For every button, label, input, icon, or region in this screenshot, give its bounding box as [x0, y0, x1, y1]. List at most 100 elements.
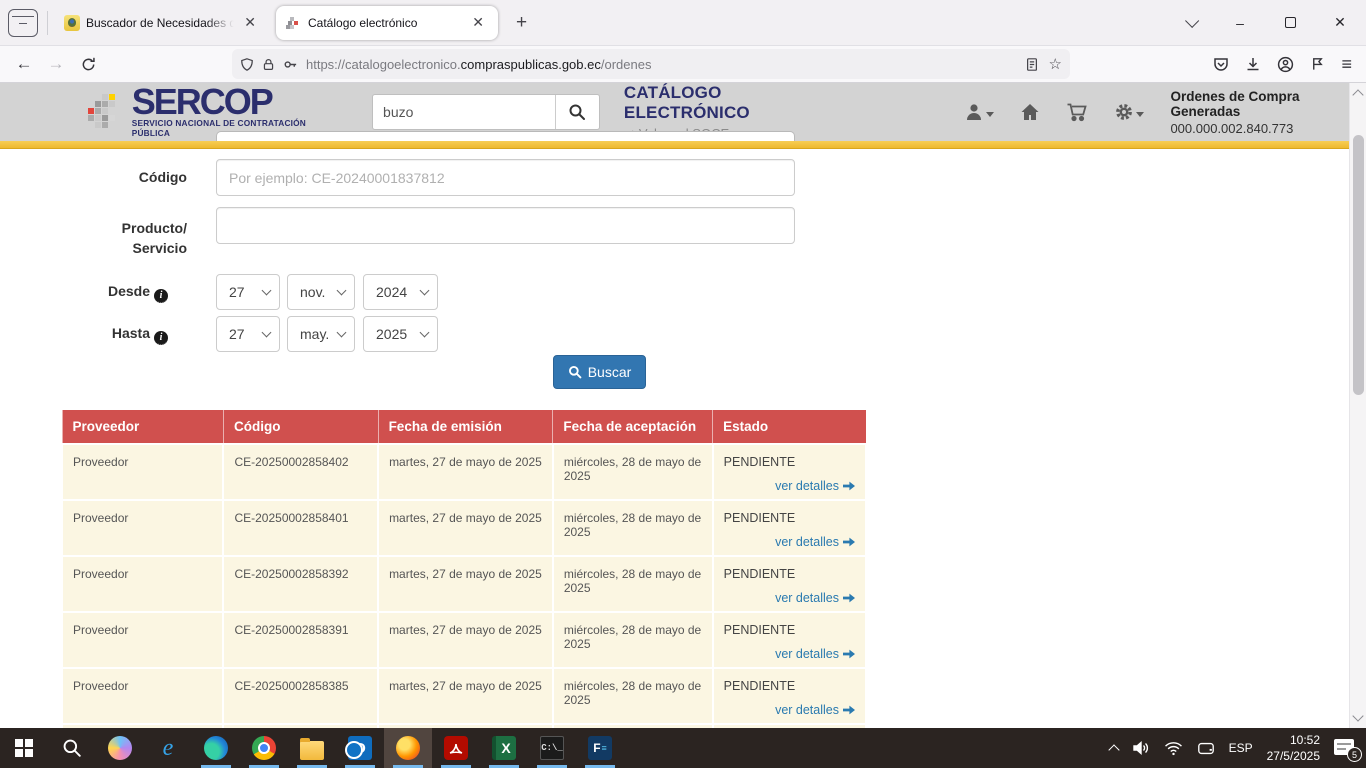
page-title: CATÁLOGO ELECTRÓNICO: [624, 83, 845, 123]
arrow-right-icon: [843, 649, 855, 659]
scrollbar-thumb[interactable]: [1353, 135, 1364, 395]
desde-label: Desdei: [57, 283, 168, 303]
forticlient-icon: F≡: [588, 736, 612, 760]
tab-close-icon[interactable]: ✕: [468, 12, 488, 33]
scroll-down-icon[interactable]: [1352, 710, 1363, 721]
hasta-day-select[interactable]: 27: [216, 316, 280, 352]
cell-proveedor: Proveedor: [62, 668, 223, 724]
pocket-icon[interactable]: [1213, 56, 1229, 72]
cart-button[interactable]: [1066, 102, 1088, 122]
tab-title: Buscador de Necesidades de Co: [86, 16, 234, 30]
tab-catalogo[interactable]: Catálogo electrónico ✕: [276, 6, 498, 40]
ver-detalles-link[interactable]: ver detalles: [724, 479, 855, 493]
back-icon[interactable]: ←: [8, 49, 40, 79]
search-icon: [568, 103, 586, 121]
cell-emision: martes, 27 de mayo de 2025: [378, 668, 553, 724]
start-button[interactable]: [0, 728, 48, 768]
excel-icon: X: [492, 736, 516, 760]
ver-detalles-link[interactable]: ver detalles: [724, 591, 855, 605]
settings-button[interactable]: [1114, 102, 1144, 122]
hasta-month-select[interactable]: may.: [287, 316, 355, 352]
internet-explorer-icon: e: [163, 735, 174, 762]
firefox-button[interactable]: [384, 728, 432, 768]
minimize-button[interactable]: –: [1218, 6, 1262, 40]
file-explorer-button[interactable]: [288, 728, 336, 768]
page-scrollbar[interactable]: [1349, 83, 1366, 728]
display-connect-icon[interactable]: [1197, 741, 1215, 756]
user-menu-button[interactable]: [964, 102, 994, 122]
table-row: Proveedor CE-20250002858402 martes, 27 d…: [62, 444, 866, 500]
taskbar-search-button[interactable]: [48, 728, 96, 768]
logo-title: SERCOP: [132, 86, 338, 118]
outlook-button[interactable]: O: [336, 728, 384, 768]
tab-close-icon[interactable]: ✕: [240, 12, 260, 33]
notifications-button[interactable]: 5: [1334, 739, 1356, 757]
catalog-search-button[interactable]: [555, 95, 599, 129]
orders-generated-label: Ordenes de Compra Generadas: [1170, 89, 1366, 119]
downloads-icon[interactable]: [1245, 56, 1261, 72]
extensions-icon[interactable]: [1310, 56, 1325, 72]
sercop-favicon-icon: [286, 17, 302, 21]
tray-time: 10:52: [1267, 732, 1320, 748]
ver-detalles-link[interactable]: ver detalles: [724, 703, 855, 717]
list-tabs-icon[interactable]: [1168, 6, 1212, 40]
tray-expand-icon[interactable]: [1108, 744, 1119, 755]
sercop-pixel-icon: [88, 94, 94, 100]
forward-icon[interactable]: →: [40, 49, 72, 79]
search-icon: [568, 365, 582, 379]
internet-explorer-button[interactable]: e: [144, 728, 192, 768]
arrow-right-icon: [843, 705, 855, 715]
shield-icon: [240, 57, 254, 72]
account-icon[interactable]: [1277, 56, 1294, 73]
cell-codigo: CE-20250002858401: [223, 500, 378, 556]
info-icon[interactable]: i: [154, 331, 168, 345]
excel-button[interactable]: X: [480, 728, 528, 768]
table-header-row: Proveedor Código Fecha de emisión Fecha …: [62, 410, 866, 444]
cell-codigo: CE-20250002858392: [223, 556, 378, 612]
chrome-button[interactable]: [240, 728, 288, 768]
acrobat-button[interactable]: [432, 728, 480, 768]
ver-detalles-link[interactable]: ver detalles: [724, 535, 855, 549]
menu-icon[interactable]: ≡: [1341, 54, 1352, 75]
cell-codigo: CE-20250002858385: [223, 668, 378, 724]
scrolled-panel-edge: [216, 131, 795, 141]
scroll-up-icon[interactable]: [1352, 89, 1363, 100]
clock[interactable]: 10:52 27/5/2025: [1267, 732, 1320, 764]
info-icon[interactable]: i: [154, 289, 168, 303]
codigo-label: Código: [57, 169, 187, 185]
close-button[interactable]: ✕: [1318, 6, 1362, 40]
edge-button[interactable]: [192, 728, 240, 768]
wifi-icon[interactable]: [1164, 741, 1183, 756]
buscar-button[interactable]: Buscar: [553, 355, 646, 389]
desde-month-select[interactable]: nov.: [287, 274, 355, 310]
forticlient-button[interactable]: F≡: [576, 728, 624, 768]
ver-detalles-link[interactable]: ver detalles: [724, 647, 855, 661]
firefox-view-icon[interactable]: [8, 9, 38, 37]
ecuador-favicon-icon: [64, 15, 80, 31]
permissions-key-icon[interactable]: [283, 57, 298, 72]
windows-taskbar: e O X C:\_ F≡ ESP 10:52 27/5/2025 5: [0, 728, 1366, 768]
lock-icon: [262, 57, 275, 72]
codigo-input[interactable]: [216, 159, 795, 196]
catalog-search-input[interactable]: [373, 104, 555, 120]
volume-icon[interactable]: [1132, 740, 1150, 756]
producto-servicio-input[interactable]: [216, 207, 795, 244]
reader-mode-icon[interactable]: [1025, 57, 1039, 72]
new-tab-button[interactable]: +: [508, 12, 535, 34]
desde-day-select[interactable]: 27: [216, 274, 280, 310]
col-estado: Estado: [713, 410, 866, 444]
desde-year-select[interactable]: 2024: [363, 274, 438, 310]
cell-estado: PENDIENTE ver detalles: [713, 556, 866, 612]
url-bar[interactable]: https://catalogoelectronico.compraspubli…: [232, 49, 1070, 79]
tab-buscador[interactable]: Buscador de Necesidades de Co ✕: [54, 6, 270, 40]
maximize-button[interactable]: [1268, 6, 1312, 40]
home-button[interactable]: [1020, 102, 1040, 122]
language-indicator[interactable]: ESP: [1229, 741, 1253, 755]
orders-page-content: Código Producto/Servicio Desdei 27 nov. …: [0, 149, 1349, 768]
reload-icon[interactable]: [72, 49, 104, 79]
copilot-button[interactable]: [96, 728, 144, 768]
col-codigo: Código: [223, 410, 378, 444]
terminal-button[interactable]: C:\_: [528, 728, 576, 768]
bookmark-star-icon[interactable]: ☆: [1049, 55, 1062, 73]
hasta-year-select[interactable]: 2025: [363, 316, 438, 352]
